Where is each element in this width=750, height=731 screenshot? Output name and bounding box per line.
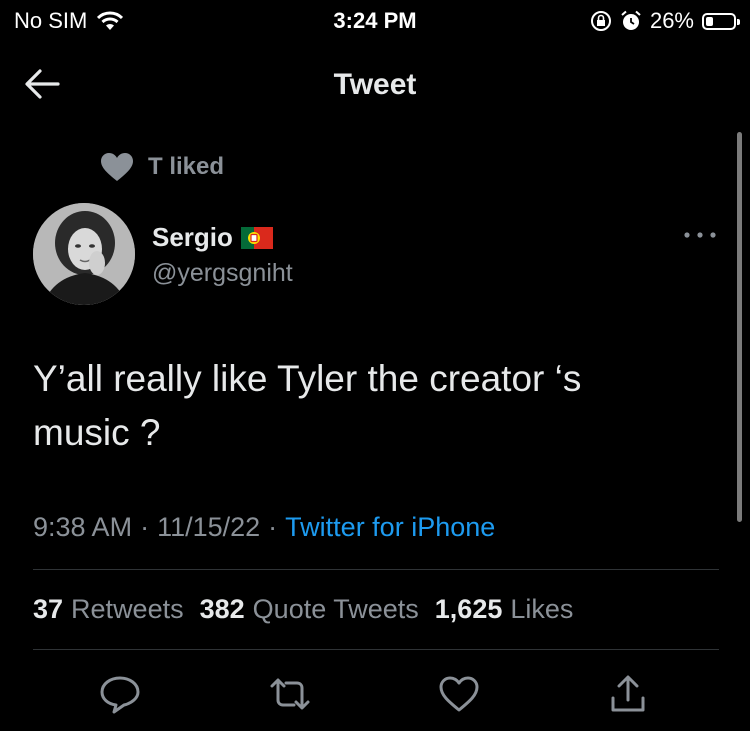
quote-tweets-label: Quote Tweets <box>252 594 419 624</box>
retweets-label: Retweets <box>71 594 184 624</box>
avatar-photo <box>33 203 135 305</box>
tweet-text-line: Y’all really like Tyler the creator ‘s <box>33 358 582 399</box>
author-name-row: Sergio <box>152 222 293 253</box>
portugal-flag-icon <box>240 226 273 249</box>
likes-stat[interactable]: 1,625 Likes <box>435 594 574 625</box>
page-title: Tweet <box>333 68 417 101</box>
author-name: Sergio <box>152 222 233 252</box>
context-label: T liked <box>148 153 225 180</box>
like-icon[interactable] <box>437 672 481 716</box>
tweet-date: 11/15/22 <box>157 512 261 542</box>
status-right: 26% <box>590 8 740 34</box>
navigation-header: Tweet <box>0 56 750 112</box>
heart-icon <box>101 153 133 181</box>
battery-level <box>706 16 713 26</box>
likes-label: Likes <box>510 594 574 624</box>
tweet-text-line: music ? <box>33 412 161 453</box>
tweet-text: Y’all really like Tyler the creator ‘s m… <box>33 352 713 460</box>
tweet-meta: 9:38 AM · 11/15/22 · Twitter for iPhone <box>33 512 495 543</box>
author-info[interactable]: Sergio @yergsgniht <box>152 222 293 288</box>
action-bar <box>0 672 750 716</box>
battery-cap <box>737 18 740 25</box>
tweet-source-link[interactable]: Twitter for iPhone <box>285 512 495 543</box>
retweets-count: 37 <box>33 594 64 624</box>
meta-separator: · <box>268 512 278 542</box>
social-context[interactable]: T liked <box>100 152 224 182</box>
status-bar: No SIM 3:24 PM 26% <box>0 0 750 44</box>
battery-percent: 26% <box>649 8 694 33</box>
battery-icon <box>702 12 740 30</box>
rotation-lock-icon <box>590 11 611 31</box>
more-icon[interactable] <box>683 228 717 242</box>
tweet-stats: 37 Retweets 382 Quote Tweets 1,625 Likes <box>33 594 573 625</box>
retweet-icon[interactable] <box>268 672 312 716</box>
share-icon[interactable] <box>606 672 650 716</box>
avatar[interactable] <box>33 203 135 305</box>
quote-tweets-count: 382 <box>199 594 245 624</box>
retweets-stat[interactable]: 37 Retweets <box>33 594 184 625</box>
meta-separator: · <box>140 512 150 542</box>
likes-count: 1,625 <box>434 594 503 624</box>
alarm-icon <box>621 10 641 30</box>
divider <box>33 569 719 570</box>
author-handle: @yergsgniht <box>152 259 293 287</box>
quote-tweets-stat[interactable]: 382 Quote Tweets <box>200 594 419 625</box>
divider <box>33 649 719 650</box>
tweet-time: 9:38 AM <box>33 512 133 542</box>
reply-icon[interactable] <box>98 672 142 716</box>
scroll-indicator[interactable] <box>737 132 742 522</box>
